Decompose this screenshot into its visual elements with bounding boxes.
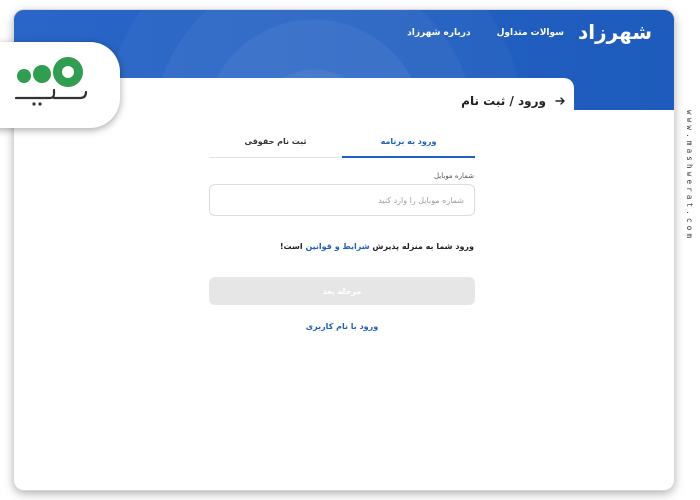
tab-legal-signup[interactable]: ثبت نام حقوقی [209,130,342,158]
tab-login[interactable]: ورود به برنامه [342,130,475,158]
username-login-link[interactable]: ورود با نام کاربری [209,322,475,331]
nav-about[interactable]: درباره شهرزاد [407,28,470,38]
brand-logo[interactable]: شهرزاد [578,20,652,44]
terms-prefix: ورود شما به منزله پذیرش [372,242,474,251]
arrow-right-icon[interactable] [554,95,566,107]
terms-suffix: است! [279,242,303,251]
phone-label: شماره موبایل [433,172,474,180]
page-title: ورود / ثبت نام [461,94,546,108]
terms-notice: ورود شما به منزله پذیرش شرایط و قوانین ا… [280,242,474,251]
login-tabs: ورود به برنامه ثبت نام حقوقی [209,130,475,158]
top-nav: سوالات متداول درباره شهرزاد [407,28,564,38]
card-header: ورود / ثبت نام [461,94,566,108]
phone-input[interactable] [209,184,475,216]
nav-faq[interactable]: سوالات متداول [497,28,564,38]
side-watermark: www.mashwerat.com [685,110,694,242]
watermark-badge [0,42,120,128]
terms-link[interactable]: شرایط و قوانین [305,242,369,251]
mashwerat-logo-icon [14,57,88,106]
next-step-button[interactable]: مرحله بعد [209,277,475,305]
